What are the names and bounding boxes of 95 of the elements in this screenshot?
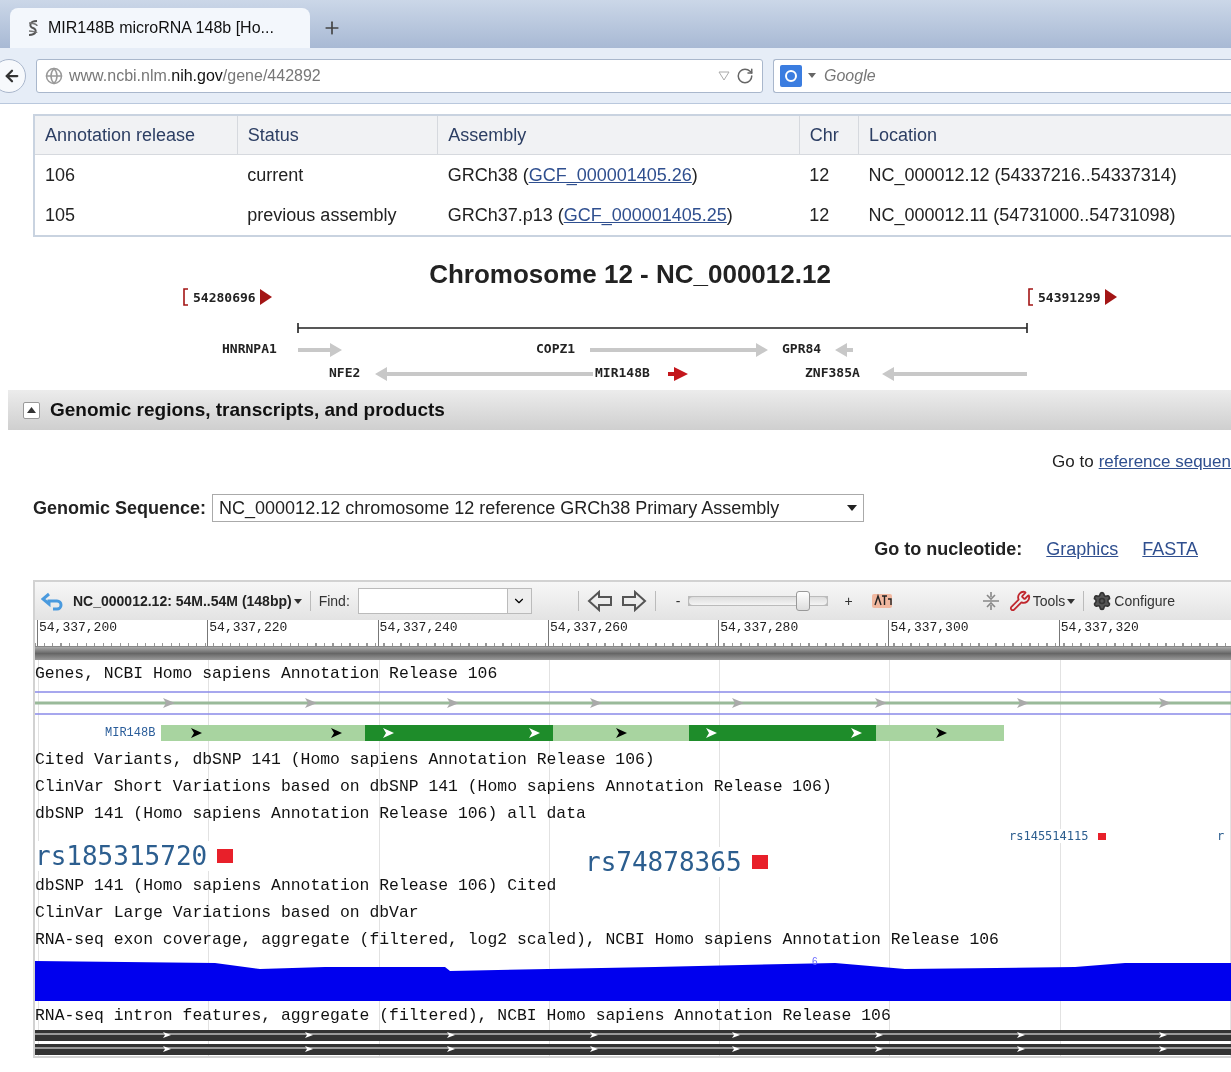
table-cell: 12 [799, 195, 859, 236]
section-header[interactable]: Genomic regions, transcripts, and products [8, 390, 1231, 430]
ruler-label: 54,337,320 [1060, 620, 1139, 635]
sequence-icon[interactable] [870, 591, 893, 611]
track-label: Cited Variants, dbSNP 141 (Homo sapiens Annotation Release 106) [35, 750, 655, 769]
reference-link[interactable]: reference sequen [1098, 452, 1231, 472]
table-cell: 105 [34, 195, 238, 236]
track-label: RNA-seq intron features, aggregate (filtered), NCBI Homo sapiens Annotation Release 106 [35, 1006, 891, 1025]
ruler-label: 54,337,300 [890, 620, 969, 635]
ruler-label: 54,337,260 [549, 620, 628, 635]
gene-model-drawing[interactable] [161, 724, 1005, 741]
field-label: Genomic Sequence: [33, 497, 207, 519]
assembly-text: GRCh38 ( [447, 164, 529, 185]
column-header: Assembly [437, 115, 800, 155]
variant-marker-icon[interactable] [217, 849, 234, 863]
sequence-select[interactable]: NC_000012.12 chromosome 12 reference GRCh38 Primary Assembly [212, 494, 865, 522]
find-field[interactable] [357, 588, 532, 614]
fit-icon[interactable] [980, 591, 1001, 611]
variant-marker-icon[interactable] [1098, 832, 1107, 840]
table-cell: NC_000012.11 (54731000..54731098) [858, 195, 1231, 236]
accession-link[interactable]: GCF_000001405.26 [528, 164, 692, 185]
table-cell: current [237, 154, 438, 195]
range-start-label: 54280696 [193, 289, 256, 305]
section-title: Genomic regions, transcripts, and products [50, 399, 445, 421]
reload-icon[interactable] [736, 66, 754, 85]
undo-icon[interactable] [41, 591, 65, 611]
assembly-text: ) [691, 164, 698, 185]
helix-icon [26, 19, 40, 37]
slider-thumb[interactable] [795, 591, 810, 611]
caret-icon[interactable] [1067, 598, 1076, 604]
find-label: Find: [318, 593, 350, 609]
variant-label[interactable]: rs185315720 [35, 841, 208, 871]
column-header: Location [858, 115, 1231, 155]
gene-label[interactable]: NFE2 [329, 365, 361, 380]
field-label: Go to nucleotide: [874, 539, 1023, 560]
arrow-left-icon[interactable] [586, 590, 613, 612]
globe-icon [45, 66, 63, 85]
nucleotide-link[interactable]: Graphics [1046, 539, 1119, 560]
gene-label[interactable]: MIR148B [595, 365, 650, 380]
column-header: Status [237, 115, 438, 155]
zoom-in-button[interactable]: + [844, 593, 853, 609]
collapse-toggle[interactable] [23, 401, 40, 419]
track-label: dbSNP 141 (Homo sapiens Annotation Release 106) Cited [35, 876, 557, 895]
configure-button[interactable]: Configure [1092, 591, 1176, 611]
gene-label[interactable]: GPR84 [782, 341, 822, 356]
variant-label[interactable]: rs74878365 [585, 847, 742, 877]
gene-label[interactable]: MIR148B [105, 725, 156, 740]
caret-icon[interactable] [293, 598, 302, 604]
triangle-icon[interactable] [259, 289, 272, 305]
caret-icon[interactable] [847, 505, 858, 511]
ruler-label: 54,337,200 [39, 620, 117, 635]
track-label: ClinVar Large Variations based on dbVar [35, 903, 419, 922]
variant-label[interactable]: rs145514115 [1009, 829, 1089, 843]
wrench-icon[interactable] [1008, 590, 1031, 612]
dropdown-button[interactable] [506, 589, 531, 613]
nucleotide-link[interactable]: FASTA [1142, 539, 1198, 560]
scale-label: 6 [812, 956, 818, 967]
triangle-icon[interactable] [27, 407, 36, 413]
search-engine-icon[interactable] [780, 64, 802, 87]
assembly-text: GRCh37.p13 ( [447, 204, 564, 225]
region-dropdown[interactable]: NC_000012.12: 54M..54M (148bp) [73, 593, 302, 609]
back-button[interactable] [0, 58, 26, 93]
arrow-right-icon[interactable] [620, 590, 647, 612]
gene-label[interactable]: ZNF385A [805, 365, 860, 380]
gene-label[interactable]: COPZ1 [536, 341, 576, 356]
table-cell: 12 [799, 154, 859, 195]
search-field[interactable]: Google [773, 58, 1231, 93]
gene-label[interactable]: HNRNPA1 [222, 341, 277, 356]
bracket-icon [183, 288, 189, 306]
ruler-label: 54,337,280 [720, 620, 799, 635]
browser-tab[interactable]: MIR148B microRNA 148b [Ho... [10, 8, 310, 48]
column-header: Chr [799, 115, 859, 155]
table-cell: previous assembly [237, 195, 438, 236]
table-cell: 106 [34, 154, 238, 195]
zoom-out-button[interactable]: - [675, 593, 681, 609]
column-header: Annotation release [34, 115, 238, 155]
table-cell: NC_000012.12 (54337216..54337314) [858, 154, 1231, 195]
goto-text: Go to [1052, 452, 1094, 472]
track-label: dbSNP 141 (Homo sapiens Annotation Release 106) all data [35, 804, 586, 823]
variant-label[interactable]: r [1217, 829, 1225, 843]
accession-link[interactable]: GCF_000001405.25 [563, 204, 727, 225]
assembly-text: ) [726, 204, 733, 225]
range-end-label: 54391299 [1038, 289, 1101, 305]
gear-icon[interactable] [1092, 591, 1113, 611]
chromosome-title: Chromosome 12 - NC_000012.12 [428, 259, 832, 290]
variant-marker-icon[interactable] [751, 855, 768, 869]
track-label: RNA-seq exon coverage, aggregate (filtered, log2 scaled), NCBI Homo sapiens Annotation Release 106 [35, 930, 999, 949]
bracket-icon [1028, 288, 1034, 306]
tools-button[interactable]: Tools [1008, 590, 1076, 612]
ruler-label: 54,337,240 [379, 620, 458, 635]
track-label: ClinVar Short Variations based on dbSNP 141 (Homo sapiens Annotation Release 106) [35, 777, 832, 796]
track-label: Genes, NCBI Homo sapiens Annotation Release 106 [35, 664, 498, 683]
triangle-icon[interactable] [1104, 289, 1117, 305]
ruler-label: 54,337,220 [209, 620, 288, 635]
address-field[interactable]: www.ncbi.nlm.nih.gov/gene/442892 [36, 58, 763, 93]
